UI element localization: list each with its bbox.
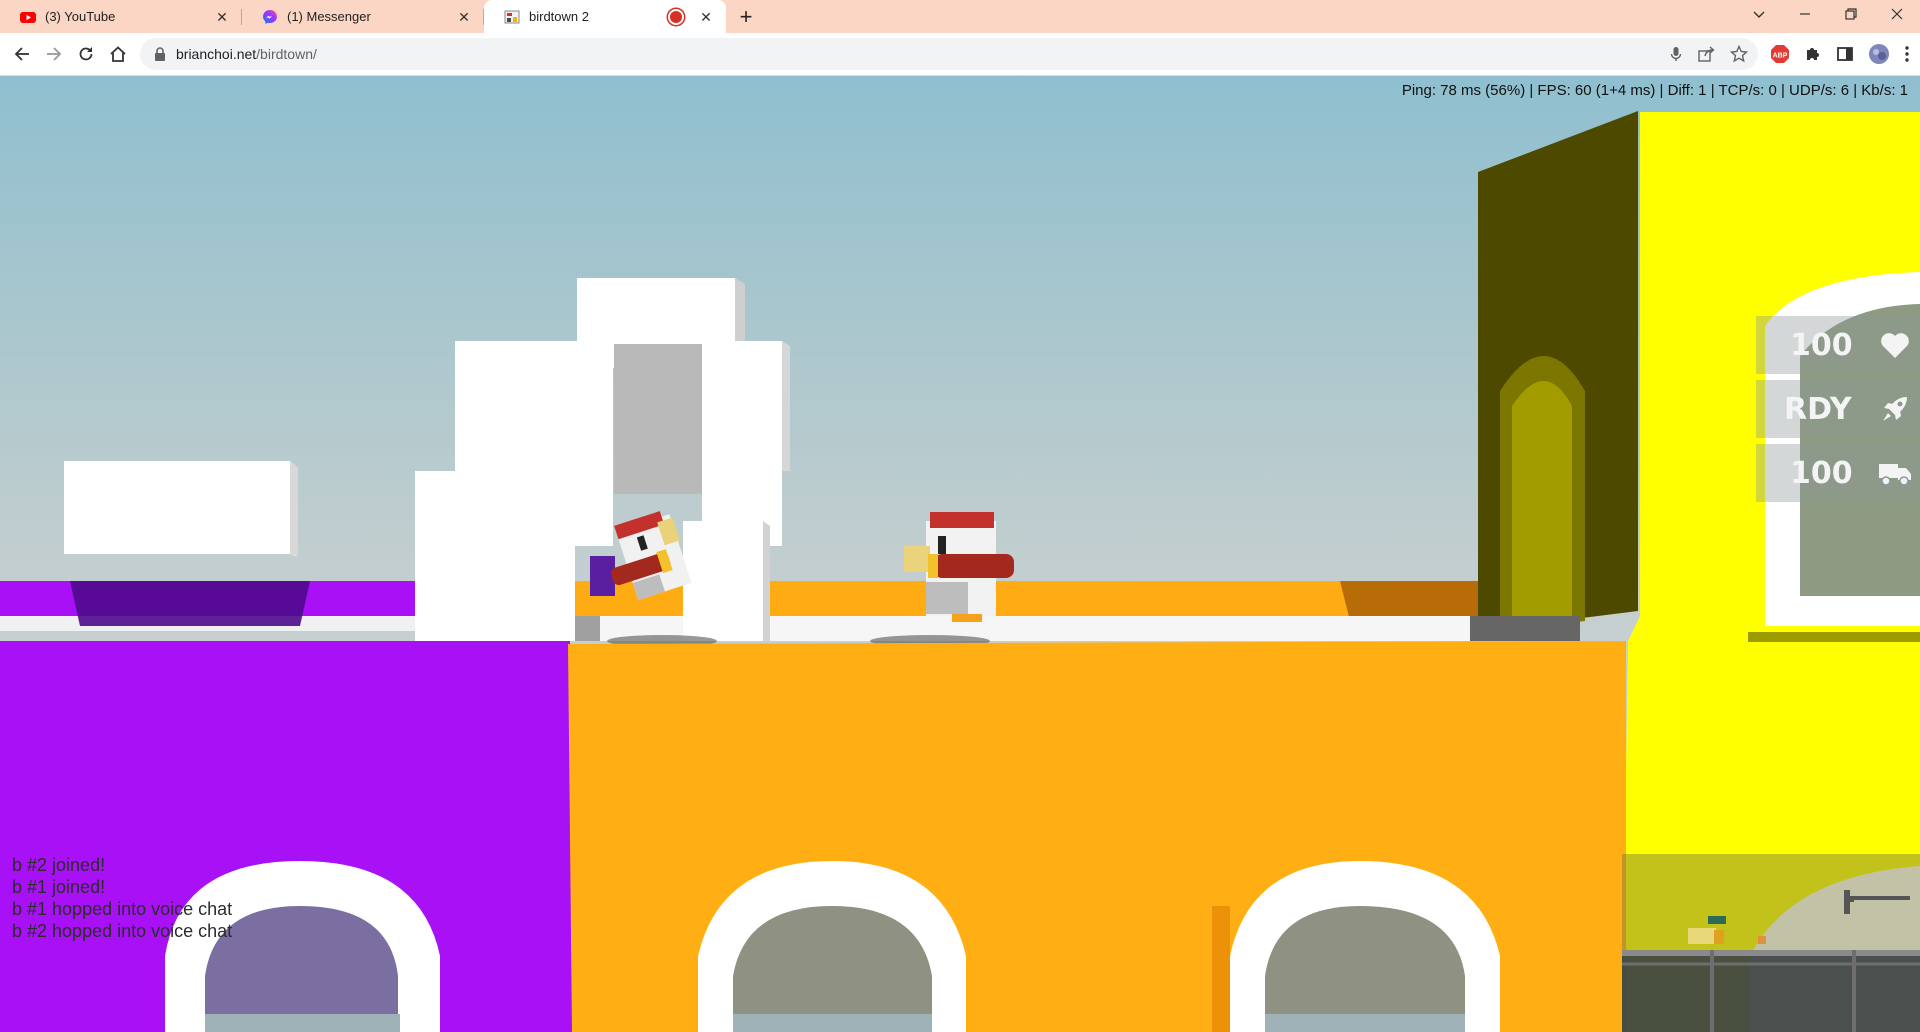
home-icon	[110, 46, 126, 62]
puzzle-icon[interactable]	[1804, 45, 1822, 63]
hud-panel: 100 RDY 100	[1756, 316, 1920, 508]
close-icon[interactable]: ✕	[214, 9, 230, 25]
microphone-icon[interactable]	[1668, 46, 1684, 62]
close-icon	[1891, 8, 1903, 20]
close-icon[interactable]: ✕	[698, 9, 714, 25]
url-host: brianchoi.net	[176, 46, 257, 62]
white-box-1	[64, 461, 296, 556]
profile-avatar[interactable]	[1868, 43, 1890, 65]
tab-youtube[interactable]: (3) YouTube ✕	[0, 0, 242, 33]
minimize-icon	[1800, 13, 1810, 15]
white-box-mid-left	[455, 341, 613, 471]
lock-icon	[155, 47, 165, 61]
close-icon[interactable]: ✕	[456, 9, 472, 25]
chat-message: b #1 joined!	[12, 877, 106, 897]
svg-text:ABP: ABP	[1773, 53, 1788, 60]
white-step-right	[683, 521, 763, 641]
sidepanel-icon[interactable]	[1836, 45, 1854, 63]
rocket-status: RDY	[1784, 391, 1852, 427]
address-bar[interactable]: brianchoi.net/birdtown/	[140, 38, 1758, 70]
arrow-right-icon	[47, 47, 62, 61]
arrow-left-icon	[14, 47, 29, 61]
heart-icon	[1878, 328, 1912, 362]
box-shadow	[70, 581, 310, 626]
tab-messenger[interactable]: (1) Messenger ✕	[242, 0, 484, 33]
messenger-icon	[262, 9, 278, 25]
chat-message: b #1 hopped into voice chat	[12, 899, 233, 919]
back-button[interactable]	[6, 38, 38, 70]
minimap	[1622, 854, 1920, 1032]
home-button[interactable]	[102, 38, 134, 70]
extension-toolbar: ABP	[1770, 38, 1910, 70]
orange-shadow	[1340, 581, 1480, 621]
tab-label: (1) Messenger	[287, 9, 371, 24]
tab-label: (3) YouTube	[45, 9, 116, 24]
adblock-icon[interactable]: ABP	[1770, 44, 1790, 64]
chat-message: b #2 hopped into voice chat	[12, 921, 233, 941]
restore-icon	[1845, 8, 1857, 20]
tab-search-button[interactable]	[1736, 0, 1782, 28]
menu-icon[interactable]	[1904, 45, 1910, 63]
ammo-value: 100	[1790, 455, 1853, 491]
forward-button[interactable]	[38, 38, 70, 70]
rocket-readout: RDY	[1756, 380, 1920, 438]
star-icon[interactable]	[1730, 45, 1748, 63]
chat-message: b #2 joined!	[12, 855, 106, 875]
reload-icon	[79, 47, 93, 61]
window-gap	[614, 344, 706, 494]
browser-toolbar: brianchoi.net/birdtown/ ABP	[0, 33, 1920, 76]
truck-icon	[1878, 456, 1912, 490]
white-step-left	[415, 471, 575, 641]
ammo-readout: 100	[1756, 444, 1920, 502]
white-box-mid-right	[702, 341, 782, 471]
url-path: /birdtown/	[256, 46, 317, 62]
restore-button[interactable]	[1828, 0, 1874, 28]
new-tab-button[interactable]: +	[730, 0, 762, 33]
omnibox-actions	[1668, 38, 1748, 70]
network-stats: Ping: 78 ms (56%) | FPS: 60 (1+4 ms) | D…	[1401, 82, 1908, 99]
minimize-button[interactable]	[1782, 0, 1828, 28]
tab-strip: (3) YouTube ✕ (1) Messenger ✕ birdtown 2…	[0, 0, 1920, 33]
tab-birdtown[interactable]: birdtown 2 ✕	[484, 0, 726, 33]
birdtown-icon	[504, 9, 520, 25]
reload-button[interactable]	[70, 38, 102, 70]
url-text: brianchoi.net/birdtown/	[176, 46, 317, 62]
window-controls	[1736, 0, 1920, 33]
tab-label: birdtown 2	[529, 9, 589, 24]
health-readout: 100	[1756, 316, 1920, 374]
close-window-button[interactable]	[1874, 0, 1920, 28]
chevron-down-icon	[1753, 11, 1765, 18]
youtube-icon	[20, 9, 36, 25]
recording-icon	[670, 10, 682, 23]
share-icon[interactable]	[1698, 46, 1716, 62]
game-canvas[interactable]: Ping: 78 ms (56%) | FPS: 60 (1+4 ms) | D…	[0, 76, 1920, 1032]
health-value: 100	[1790, 327, 1853, 363]
rocket-icon	[1878, 392, 1912, 426]
chat-log: b #2 joined! b #1 joined! b #1 hopped in…	[12, 854, 232, 942]
